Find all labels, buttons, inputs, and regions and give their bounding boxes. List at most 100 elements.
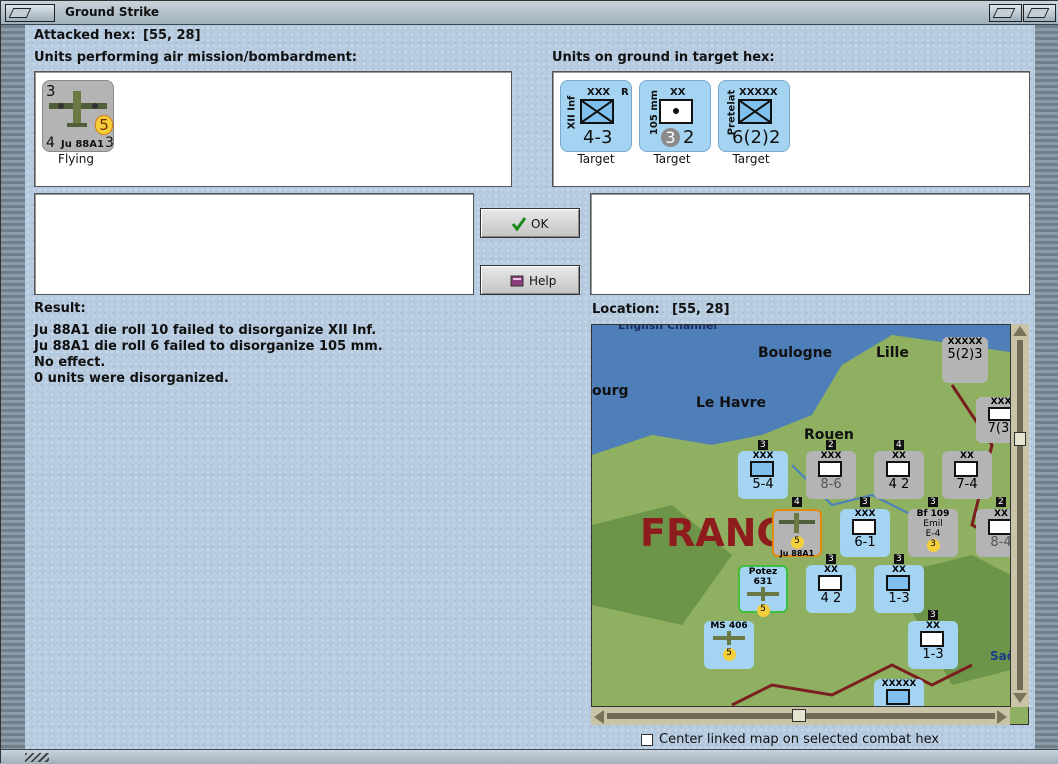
ground-unit-counter[interactable]: Pretelat XXXXX 6(2)2 — [718, 80, 790, 152]
infantry-symbol-icon — [988, 519, 1012, 535]
map-unit-counter[interactable]: XXX 5-4 — [738, 451, 788, 499]
counter-top: XXX — [820, 451, 842, 461]
counter-bottom: 4 2 — [820, 591, 842, 606]
counter-top: XX — [926, 621, 940, 631]
unit-size: XXX — [587, 87, 611, 98]
infantry-symbol-icon — [920, 631, 944, 647]
scroll-up-arrow-icon[interactable] — [1013, 326, 1027, 336]
checkmark-icon — [511, 217, 527, 232]
map-unit-counter[interactable]: XX 4 2 — [874, 451, 924, 499]
map-unit-counter[interactable]: XXX 6-1 — [840, 509, 890, 557]
stack-count: 3 — [894, 554, 904, 564]
counter-top: XXX — [854, 509, 876, 519]
scroll-right-arrow-icon[interactable] — [997, 710, 1007, 724]
counter-top: Ju 88A1 — [779, 549, 815, 558]
map-horizontal-scrollbar[interactable] — [591, 706, 1010, 725]
center-linked-map-checkbox[interactable] — [641, 734, 653, 746]
counter-bottom: 7-4 — [956, 477, 978, 492]
counter-bottom: 1-3 — [922, 647, 944, 662]
map-unit-counter[interactable]: XXXXX 5(2)3 — [942, 337, 988, 383]
scroll-h-thumb[interactable] — [792, 709, 806, 722]
counter-sub: E-4 — [925, 529, 941, 539]
title-bar[interactable]: Ground Strike — [1, 1, 1058, 25]
air-unit-counter[interactable]: 3 5 4 Ju 88A1 3 — [42, 80, 114, 152]
map-place-label: English Channel — [618, 324, 718, 332]
counter-top: Potez 631 — [748, 567, 778, 587]
infantry-symbol-icon — [738, 99, 772, 124]
counter-top: XX — [824, 565, 838, 575]
ok-button-label: OK — [531, 217, 549, 231]
stack-count: 4 — [894, 440, 904, 450]
counter-top: XXXXX — [947, 337, 983, 347]
artillery-symbol-icon — [818, 575, 842, 591]
map-unit-counter[interactable]: XX 7-4 — [942, 451, 992, 499]
map-unit-counter[interactable]: Potez 631 5 — [738, 565, 788, 617]
center-linked-map-label[interactable]: Center linked map on selected combat hex — [659, 732, 939, 747]
fighter-plane-icon — [713, 631, 745, 645]
counter-top: XXXXX — [881, 679, 917, 689]
fighter-plane-icon — [747, 587, 779, 601]
map-unit-counter[interactable]: 5 Ju 88A1 — [772, 509, 822, 558]
minimize-icon — [992, 8, 1016, 18]
air-unit-name: Ju 88A1 — [61, 139, 104, 150]
result-line: Ju 88A1 die roll 6 failed to disorganize… — [34, 339, 383, 354]
scroll-down-arrow-icon[interactable] — [1013, 693, 1027, 703]
air-unit-bottom-left: 4 — [46, 135, 55, 151]
maximize-button[interactable] — [1023, 4, 1056, 22]
scroll-v-thumb[interactable] — [1014, 432, 1026, 446]
infantry-symbol-icon — [988, 407, 1012, 421]
attacked-hex-label: Attacked hex: — [34, 28, 136, 43]
air-unit-badge: 5 — [95, 115, 113, 135]
map-unit-counter[interactable]: XX 1-3 — [908, 621, 958, 669]
counter-bottom: 6-1 — [854, 535, 876, 550]
minimize-button[interactable] — [989, 4, 1022, 22]
stack-count: 3 — [928, 610, 938, 620]
map-place-label: ourg — [592, 383, 629, 399]
artillery-symbol-icon — [886, 461, 910, 477]
unit-strength: 6(2)2 — [732, 127, 781, 148]
result-line: No effect. — [34, 355, 106, 370]
help-button-label: Help — [529, 274, 557, 288]
scroll-v-track[interactable] — [1017, 340, 1023, 690]
counter-bottom: 5 — [790, 536, 804, 549]
map-unit-counter[interactable]: XX 1-3 — [874, 565, 924, 613]
counter-bottom: 5 — [756, 604, 770, 617]
stack-count: 3 — [758, 440, 768, 450]
ground-unit-status: Target — [577, 152, 615, 166]
counter-bottom: 3 — [926, 539, 940, 552]
resize-grip-icon[interactable] — [25, 753, 49, 762]
ground-unit-counter[interactable]: XII Inf XXX R 4-3 — [560, 80, 632, 152]
map-unit-counter[interactable]: Bf 109 Emil E-4 3 — [908, 509, 958, 557]
help-button[interactable]: Help — [480, 265, 580, 295]
scroll-left-arrow-icon[interactable] — [594, 710, 604, 724]
counter-top: Bf 109 — [916, 509, 950, 519]
attacked-hex-value: [55, 28] — [143, 28, 201, 43]
air-units-label: Units performing air mission/bombardment… — [34, 50, 358, 65]
result-line: Ju 88A1 die roll 10 failed to disorganiz… — [34, 323, 377, 338]
maximize-icon — [1026, 8, 1050, 18]
window-menu-button[interactable] — [5, 4, 55, 22]
ground-units-label: Units on ground in target hex: — [552, 50, 775, 65]
map-unit-counter[interactable]: MS 406 5 — [704, 621, 754, 669]
map-vertical-scrollbar[interactable] — [1010, 324, 1029, 707]
ground-unit-counter[interactable]: 105 mm XX 3 2 — [639, 80, 711, 152]
infantry-symbol-icon — [750, 461, 774, 477]
unit-strength-rest: 2 — [683, 127, 695, 148]
map-unit-counter[interactable]: XX 4 2 — [806, 565, 856, 613]
map-unit-counter[interactable]: XXX 8-6 — [806, 451, 856, 499]
map-place-label: Lille — [876, 345, 909, 361]
location-map[interactable]: English Channel Boulogne Lille ourg Le H… — [591, 324, 1029, 725]
ok-button[interactable]: OK — [480, 208, 580, 238]
unit-corner: R — [621, 87, 629, 98]
counter-bottom: 5 — [722, 648, 736, 661]
bomber-plane-icon — [779, 513, 815, 533]
stack-count: 3 — [826, 554, 836, 564]
ground-unit-status: Target — [732, 152, 770, 166]
air-unit-status: Flying — [58, 152, 94, 166]
counter-top: XXX — [752, 451, 774, 461]
counter-top: XX — [960, 451, 974, 461]
stack-count: 2 — [826, 440, 836, 450]
cavalry-symbol-icon — [852, 519, 876, 535]
right-frame — [1035, 25, 1058, 749]
counter-top: XX — [892, 451, 906, 461]
